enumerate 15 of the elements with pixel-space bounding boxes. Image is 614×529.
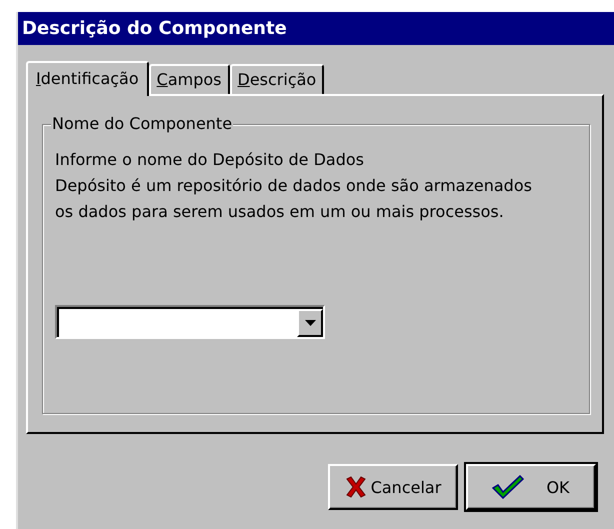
tab[interactable]: Descrição <box>230 64 324 94</box>
description-text: Informe o nome do Depósito de Dados <box>55 149 365 171</box>
description-text: os dados para serem usados em um ou mais processos. <box>55 201 505 223</box>
caret-icon <box>304 320 316 326</box>
checkmark-icon <box>492 475 524 499</box>
name-combo-box[interactable] <box>55 305 325 339</box>
tab[interactable]: Campos <box>148 64 230 94</box>
description-text: Depósito é um repositório de dados onde são armazenados <box>55 175 533 197</box>
x-icon <box>344 476 367 498</box>
group-title: Nome do Componente <box>51 114 234 133</box>
window-title: Descrição do Componente <box>18 12 614 45</box>
tab[interactable]: Identificação <box>26 61 149 96</box>
dropdown-button[interactable] <box>297 309 323 337</box>
ok-button[interactable]: OK <box>466 464 596 510</box>
cancel-button[interactable]: Cancelar <box>328 464 458 510</box>
